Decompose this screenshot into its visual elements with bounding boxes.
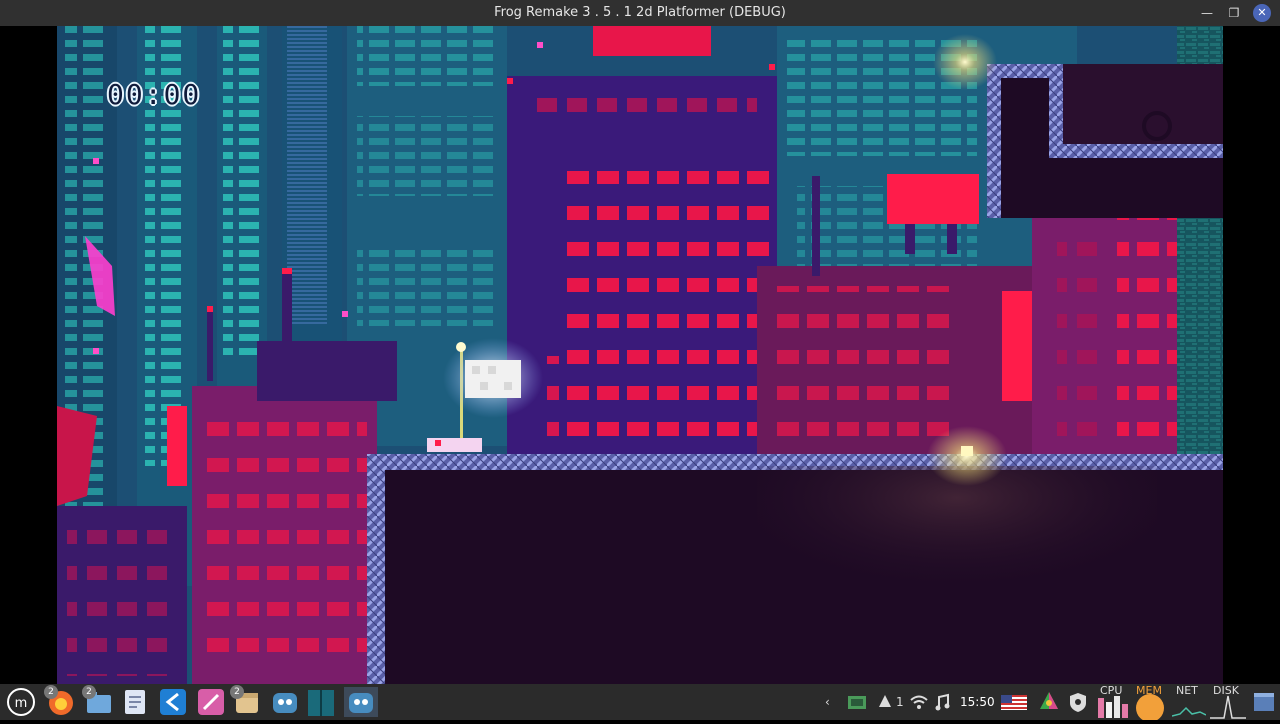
keyboard-layout-flag-icon[interactable] — [1000, 687, 1028, 717]
network-manager-icon[interactable] — [846, 687, 868, 717]
firefox-badge: 2 — [44, 685, 58, 699]
main-floor — [367, 454, 1223, 684]
drawing-icon[interactable] — [196, 687, 226, 717]
notification-icon[interactable] — [876, 687, 894, 717]
game-scene — [57, 26, 1223, 684]
net-label: NET — [1176, 684, 1198, 697]
sound-icon[interactable] — [933, 687, 953, 717]
mem-label: MEM — [1136, 684, 1162, 697]
minimize-button[interactable]: — — [1198, 4, 1216, 22]
cpu-graph[interactable]: CPU — [1096, 684, 1130, 720]
archive-badge: 2 — [230, 685, 244, 699]
window-title: Frog Remake 3 . 5 . 1 2d Platformer (DEB… — [494, 5, 786, 20]
disk-graph[interactable]: DISK — [1210, 684, 1246, 720]
text-editor-icon[interactable] — [120, 687, 150, 717]
upper-lamp-glow — [933, 34, 997, 90]
central-tower — [507, 26, 777, 456]
shield-icon[interactable] — [1066, 687, 1090, 717]
archive-icon[interactable]: 2 — [230, 685, 262, 717]
maximize-button[interactable]: ❐ — [1225, 4, 1243, 22]
mem-graph[interactable]: MEM — [1133, 684, 1167, 722]
cpu-label: CPU — [1100, 684, 1123, 697]
upper-platform — [987, 64, 1223, 218]
color-picker-icon[interactable] — [1036, 687, 1062, 717]
game-canvas[interactable]: 00:00 — [57, 26, 1223, 684]
godot-icon[interactable] — [270, 687, 300, 717]
taskbar: m 2 2 2 ‹ 1 15:50 CPU MEM NET DISK — [0, 684, 1280, 722]
timer-display: 00:00 — [107, 78, 202, 111]
net-graph[interactable]: NET — [1171, 684, 1207, 720]
menu-icon[interactable]: m — [6, 687, 36, 717]
window-titlebar: Frog Remake 3 . 5 . 1 2d Platformer (DEB… — [0, 0, 1280, 26]
game-viewport[interactable]: 00:00 — [0, 26, 1280, 684]
vscode-icon[interactable] — [158, 687, 188, 717]
close-button[interactable]: ✕ — [1253, 4, 1271, 22]
show-desktop-icon[interactable] — [1252, 687, 1276, 717]
wifi-icon[interactable] — [908, 687, 930, 717]
files-badge: 2 — [82, 685, 96, 699]
godot-debug-icon[interactable] — [344, 687, 378, 717]
notification-count: 1 — [896, 695, 904, 709]
terminal-icon[interactable] — [306, 687, 336, 717]
tray-expand-arrow[interactable]: ‹ — [825, 684, 830, 720]
files-icon[interactable]: 2 — [82, 685, 114, 717]
disk-label: DISK — [1213, 684, 1239, 697]
firefox-icon[interactable]: 2 — [44, 685, 76, 717]
clock[interactable]: 15:50 — [960, 684, 995, 720]
svg-text:m: m — [15, 696, 28, 711]
